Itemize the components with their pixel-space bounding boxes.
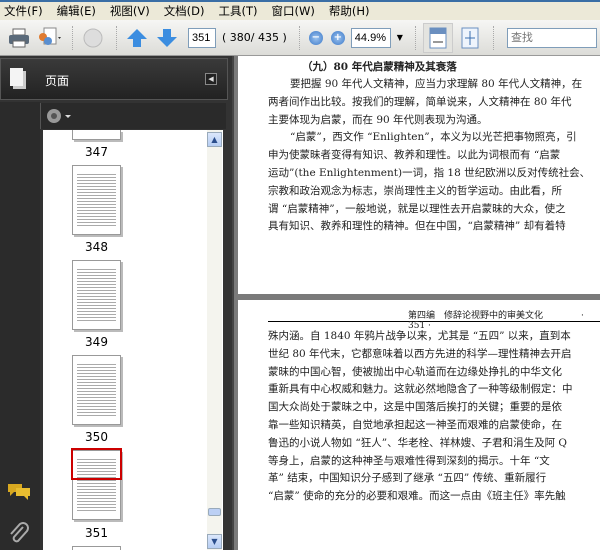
next-page-button[interactable]: [154, 25, 180, 51]
text-line: 申为使蒙昧者变得有知识、教养和理性。以此为词根而有 “启蒙: [268, 149, 561, 162]
text-line: 革” 结束，中国知识分子感到了继承 “五四” 传统、重新履行: [268, 472, 547, 485]
text-line: 重新具有中心权威和魅力。这就必然地隐含了一种等级制假定：中: [268, 383, 573, 396]
page-thumbnail-352[interactable]: [72, 546, 121, 550]
comments-icon[interactable]: [6, 482, 32, 502]
navigation-column: [0, 102, 40, 550]
page-count: ( 380/ 435 ): [222, 31, 287, 44]
arrow-down-icon: [157, 28, 177, 47]
arrow-up-icon: [127, 28, 147, 47]
toolbar-separator: [116, 25, 118, 50]
text-line: 具有知识、教养和理性的精神。但在中国，“启蒙精神” 却有着特: [268, 220, 566, 233]
panel-header: 页面 ◀: [0, 58, 228, 100]
document-page-350: （九）80 年代启蒙精神及其衰落 要把握 90 年代人文精神，应当力求理解 80…: [238, 56, 600, 294]
scrollbar-thumb[interactable]: [208, 508, 221, 516]
zoom-in-button[interactable]: +: [329, 25, 347, 51]
text-line: 鲁迅的小说人物如 “狂人”、华老栓、祥林嫂、子君和涓生及阿 Q: [268, 436, 568, 449]
page-thumbnail-349[interactable]: [72, 260, 121, 330]
running-header: 第四编 修辞论视野中的审美文化 · 351 ·: [268, 300, 600, 331]
menu-bar: 文件(F) 编辑(E) 视图(V) 文档(D) 工具(T) 窗口(W) 帮助(H…: [0, 0, 600, 20]
gear-options-icon[interactable]: [45, 107, 73, 125]
menu-window[interactable]: 窗口(W): [272, 3, 315, 19]
plus-icon: +: [330, 30, 345, 45]
text-line: 运动”(the Enlightenment)一词，指 18 世纪欧洲以反对传统社…: [268, 166, 591, 179]
text-line: 等身上，启蒙的这种神圣与艰难性得到深刻的揭示。十年 “文: [268, 454, 550, 467]
fit-page-icon: [461, 27, 479, 48]
text-line: 世纪 80 年代末，它都意味着以西方先进的科学—理性精神去开启: [268, 347, 572, 360]
paperclip-icon[interactable]: [8, 522, 30, 546]
text-line: 谓 “启蒙精神”，一般地说，就是以理性去开启蒙昧的大众，使之: [268, 202, 566, 215]
users-document-icon: [39, 27, 61, 45]
minus-icon: −: [308, 30, 323, 45]
text-line: 两者间作出比较。按我们的理解，简单说来，人文精神在 80 年代: [268, 95, 572, 108]
thumbnail-options-bar: [40, 103, 226, 129]
thumbnail-label: 349: [85, 335, 108, 349]
collaborate-button[interactable]: [36, 25, 62, 51]
pages-icon: [10, 68, 26, 89]
search-input[interactable]: [506, 27, 597, 48]
text-line: 要把握 90 年代人文精神，应当力求理解 80 年代人文精神，在: [290, 78, 583, 90]
text-line: 主要体现为启蒙，而在 90 年代则表现为沟通。: [268, 113, 488, 126]
visible-area-highlight[interactable]: [71, 448, 122, 480]
page-thumbnail-350[interactable]: [72, 355, 121, 425]
pages-panel: 页面 ◀ 347 348 349 350 351 ▲ ▼: [0, 56, 232, 550]
menu-document[interactable]: 文档(D): [164, 3, 205, 19]
text-line: 蒙昧的中国心智，使被抛出中心轨道而在边缘处挣扎的中华文化: [268, 365, 562, 378]
document-view: （九）80 年代启蒙精神及其衰落 要把握 90 年代人文精神，应当力求理解 80…: [232, 56, 600, 550]
globe-icon: [83, 28, 103, 47]
text-line: 国大众尚处于蒙昧之中，这是中国落后挨打的关键；重要的是依: [268, 401, 562, 414]
scroll-up-chevron-icon[interactable]: ▲: [207, 132, 222, 147]
fit-page-button[interactable]: [457, 25, 483, 51]
zoom-out-button[interactable]: −: [307, 25, 325, 51]
toolbar: ( 380/ 435 ) − + ▼: [0, 20, 600, 56]
toolbar-separator: [414, 25, 417, 50]
menu-file[interactable]: 文件(F): [4, 3, 43, 19]
section-heading: （九）80 年代启蒙精神及其衰落: [302, 61, 457, 73]
scroll-down-chevron-icon[interactable]: ▼: [207, 534, 222, 549]
text-line: 靠一些知识精英，自觉地承担起这一神圣而艰难的启蒙使命，在: [268, 418, 562, 431]
share-button[interactable]: [80, 25, 106, 51]
menu-tools[interactable]: 工具(T): [219, 3, 258, 19]
menu-help[interactable]: 帮助(H): [329, 3, 370, 19]
zoom-dropdown-chevron-icon[interactable]: ▼: [397, 33, 403, 42]
fit-width-icon: [429, 27, 447, 48]
panel-title: 页面: [45, 74, 70, 88]
page-thumbnail-348[interactable]: [72, 165, 121, 235]
toolbar-separator: [492, 25, 495, 50]
previous-page-button[interactable]: [124, 25, 150, 51]
thumbnail-label: 350: [85, 430, 108, 444]
thumbnail-label: 348: [85, 240, 108, 254]
text-line: 宗教和政治观念为标志，崇尚理性主义的哲学运动。由此看，所: [268, 184, 562, 197]
fit-width-button[interactable]: [422, 22, 453, 53]
toolbar-separator: [72, 25, 74, 50]
print-button[interactable]: [6, 25, 32, 51]
document-page-351: 第四编 修辞论视野中的审美文化 · 351 · 殊内涵。自 1840 年鸦片战争以…: [238, 300, 600, 550]
running-head-title: 第四编 修辞论视野中的审美文化: [408, 311, 544, 321]
thumbnail-label: 351: [85, 526, 108, 540]
page-number-input[interactable]: [188, 27, 216, 48]
collapse-panel-button[interactable]: ◀: [205, 73, 217, 85]
thumbnail-list: 347 348 349 350 351: [43, 130, 223, 550]
page-thumbnail-347[interactable]: [72, 130, 121, 140]
thumbnail-scrollbar[interactable]: ▲ ▼: [207, 130, 222, 550]
menu-edit[interactable]: 编辑(E): [57, 3, 96, 19]
text-line: “启蒙”，西文作 “Enlighten”，本义为以光芒把事物照亮，引: [290, 131, 577, 144]
zoom-input[interactable]: [350, 27, 391, 48]
text-line: “启蒙” 使命的充分的必要和艰难。而这一点由《班主任》率先触: [268, 490, 566, 503]
menu-view[interactable]: 视图(V): [110, 3, 150, 19]
printer-icon: [9, 28, 29, 47]
text-line: 殊内涵。自 1840 年鸦片战争以来，尤其是 “五四” 以来，直到本: [268, 330, 571, 342]
thumbnail-label: 347: [85, 145, 108, 159]
toolbar-separator: [298, 25, 301, 50]
